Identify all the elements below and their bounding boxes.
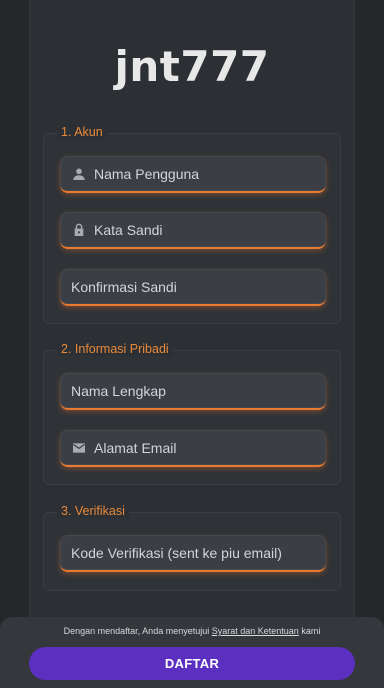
email-placeholder: Alamat Email <box>94 439 177 456</box>
username-input[interactable]: Nama Pengguna <box>60 156 326 193</box>
email-input[interactable]: Alamat Email <box>60 430 326 467</box>
lock-icon <box>71 222 87 238</box>
section-account: 1. Akun Nama Pengguna Kata Sandi Konfirm… <box>43 125 341 324</box>
username-placeholder: Nama Pengguna <box>94 165 200 182</box>
terms-link[interactable]: Syarat dan Ketentuan <box>212 626 299 636</box>
password-input[interactable]: Kata Sandi <box>60 212 326 249</box>
register-button[interactable]: DAFTAR <box>29 647 355 680</box>
section-verification: 3. Verifikasi Kode Verifikasi (sent ke p… <box>43 504 341 591</box>
section-personal-info-legend: 2. Informasi Pribadi <box>57 342 173 356</box>
terms-suffix: kami <box>301 626 321 636</box>
full-name-input[interactable]: Nama Lengkap <box>60 373 326 410</box>
full-name-placeholder: Nama Lengkap <box>71 382 166 399</box>
terms-text: Dengan mendaftar, Anda menyetujui Syarat… <box>0 626 384 636</box>
user-icon <box>71 166 87 182</box>
footer-bar: Dengan mendaftar, Anda menyetujui Syarat… <box>0 617 384 688</box>
verification-code-placeholder: Kode Verifikasi (sent ke piu email) <box>71 544 282 561</box>
section-personal-info: 2. Informasi Pribadi Nama Lengkap Alamat… <box>43 342 341 485</box>
password-placeholder: Kata Sandi <box>94 221 163 238</box>
section-verification-legend: 3. Verifikasi <box>57 504 129 518</box>
confirm-password-placeholder: Konfirmasi Sandi <box>71 278 177 295</box>
email-icon <box>71 440 87 456</box>
terms-prefix: Dengan mendaftar, Anda menyetujui <box>63 626 210 636</box>
verification-code-input[interactable]: Kode Verifikasi (sent ke piu email) <box>60 535 326 572</box>
section-account-legend: 1. Akun <box>57 125 107 139</box>
confirm-password-input[interactable]: Konfirmasi Sandi <box>60 269 326 306</box>
site-logo: jnt777 <box>114 42 270 91</box>
